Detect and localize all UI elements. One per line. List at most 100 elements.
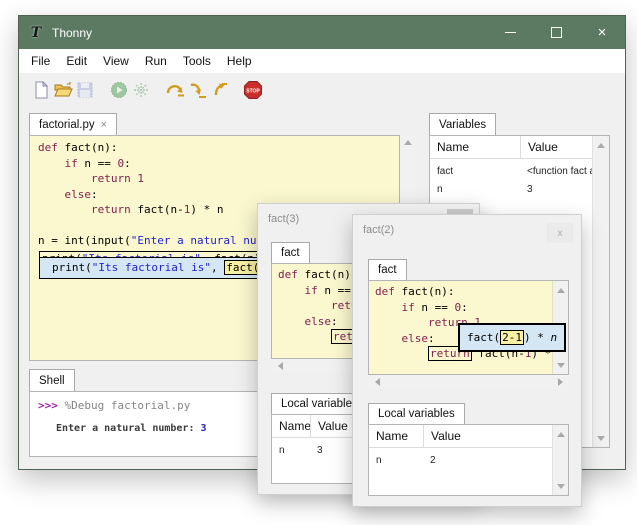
stop-icon: STOP xyxy=(243,80,263,100)
debug-script-icon xyxy=(132,81,150,99)
stop-button[interactable]: STOP xyxy=(242,79,264,101)
var-name: n xyxy=(272,445,310,456)
scroll-down-icon[interactable] xyxy=(593,431,609,445)
frame-title[interactable]: fact(2) xyxy=(363,224,394,236)
tab-shell[interactable]: Shell xyxy=(29,369,75,391)
var-name: n xyxy=(369,455,423,466)
minimize-icon xyxy=(505,32,516,33)
scroll-right-icon[interactable] xyxy=(553,375,567,389)
variable-row[interactable]: n 3 xyxy=(430,184,609,195)
scroll-up-icon[interactable] xyxy=(553,427,568,441)
close-button[interactable]: × xyxy=(579,16,625,49)
tab-local-variables[interactable]: Local variables xyxy=(368,403,465,424)
locals-panel: Name Value n 2 xyxy=(368,424,569,496)
menu-run[interactable]: Run xyxy=(137,51,175,71)
frame-title[interactable]: fact(3) xyxy=(268,213,299,225)
shell-magic-command: %Debug factorial.py xyxy=(65,399,191,412)
scroll-left-icon[interactable] xyxy=(370,375,384,389)
scroll-down-icon[interactable] xyxy=(553,479,568,493)
focus-mid: , xyxy=(211,261,224,274)
step-into-icon xyxy=(187,81,207,99)
variables-vscrollbar[interactable] xyxy=(592,136,609,447)
menu-edit[interactable]: Edit xyxy=(58,51,95,71)
step-into-button[interactable] xyxy=(186,79,208,101)
frame-close-button[interactable]: x xyxy=(547,223,573,243)
menubar: File Edit View Run Tools Help xyxy=(19,49,625,73)
eval-var: n xyxy=(551,331,558,344)
maximize-icon xyxy=(551,27,562,38)
var-name: fact xyxy=(430,166,520,177)
new-file-icon xyxy=(32,81,50,99)
tab-factorial-py[interactable]: factorial.py × xyxy=(29,113,117,135)
menu-file[interactable]: File xyxy=(23,51,58,71)
minimize-button[interactable] xyxy=(487,16,533,49)
menu-view[interactable]: View xyxy=(95,51,137,71)
focus-pre: print( xyxy=(52,261,92,274)
current-statement-box: print("Its factorial is", fact(n)) print… xyxy=(39,251,273,279)
menu-help[interactable]: Help xyxy=(219,51,260,71)
evaluated-expression-box: fact(2-1) * n xyxy=(458,323,566,352)
variable-row[interactable]: fact <function fact a xyxy=(430,166,609,177)
toolbar: STOP xyxy=(19,73,625,106)
evaluated-token: 2-1 xyxy=(500,330,524,345)
save-file-button[interactable] xyxy=(74,79,96,101)
open-file-button[interactable] xyxy=(52,79,74,101)
locals-tab-label: Local variables xyxy=(281,398,358,410)
col-name: Name xyxy=(430,136,520,158)
step-over-button[interactable] xyxy=(164,79,186,101)
locals-header: Name Value xyxy=(369,425,568,448)
step-over-icon xyxy=(165,81,185,99)
thonny-logo-icon: T xyxy=(28,25,44,41)
scroll-up-icon[interactable] xyxy=(400,135,416,149)
frame-window-fact2: fact(2) x fact def fact(n): if n == 0: r… xyxy=(352,214,582,507)
tab-variables[interactable]: Variables xyxy=(429,113,496,135)
menu-tools[interactable]: Tools xyxy=(175,51,219,71)
titlebar[interactable]: T Thonny × xyxy=(19,16,625,49)
locals-vscrollbar[interactable] xyxy=(552,425,568,495)
eval-pre: fact( xyxy=(467,331,500,344)
var-name: n xyxy=(430,184,520,195)
frame-hscrollbar[interactable] xyxy=(368,375,569,389)
shell-prompt: >>> xyxy=(38,399,65,412)
open-file-icon xyxy=(54,81,73,99)
window-title: Thonny xyxy=(52,26,92,40)
var-value: <function fact a xyxy=(520,166,592,177)
col-value: Value xyxy=(423,425,553,447)
run-script-button[interactable] xyxy=(108,79,130,101)
tab-fact[interactable]: fact xyxy=(368,259,407,280)
step-out-icon xyxy=(210,81,228,99)
eval-post: ) * xyxy=(524,331,551,344)
focused-statement: print("Its factorial is", fact(3)) xyxy=(40,257,272,278)
locals-tab-label: Local variables xyxy=(378,408,455,420)
scroll-left-icon[interactable] xyxy=(273,359,287,373)
tab-close-icon[interactable]: × xyxy=(101,119,107,131)
scroll-down-icon[interactable] xyxy=(553,358,568,372)
run-script-icon xyxy=(110,81,128,99)
variables-tab-label: Variables xyxy=(439,119,486,131)
new-file-button[interactable] xyxy=(30,79,52,101)
col-value: Value xyxy=(520,136,593,158)
save-file-icon xyxy=(76,81,94,99)
tab-fact[interactable]: fact xyxy=(271,242,310,263)
tab-label: factorial.py xyxy=(39,119,95,131)
col-name: Name xyxy=(369,425,423,447)
frame-tab-label: fact xyxy=(281,247,300,259)
step-out-button[interactable] xyxy=(208,79,230,101)
svg-text:STOP: STOP xyxy=(246,88,260,94)
maximize-button[interactable] xyxy=(533,16,579,49)
col-name: Name xyxy=(272,415,310,437)
debug-script-button[interactable] xyxy=(130,79,152,101)
local-variable-row[interactable]: n 2 xyxy=(369,455,568,466)
close-icon: × xyxy=(598,25,607,40)
focus-string: "Its factorial is" xyxy=(92,261,211,274)
covered-code-line: print("Its factorial is", fact(n)) xyxy=(40,252,272,257)
desktop: T Thonny × File Edit View Run Tools Help xyxy=(0,0,637,525)
shell-tab-label: Shell xyxy=(39,375,65,387)
user-input: 3 xyxy=(201,423,207,434)
scroll-up-icon[interactable] xyxy=(553,283,568,297)
var-value: 2 xyxy=(423,455,552,466)
variables-header: Name Value xyxy=(430,136,609,159)
var-value: 3 xyxy=(520,184,592,195)
scroll-up-icon[interactable] xyxy=(593,138,609,152)
program-output: Enter a natural number: xyxy=(56,423,201,434)
